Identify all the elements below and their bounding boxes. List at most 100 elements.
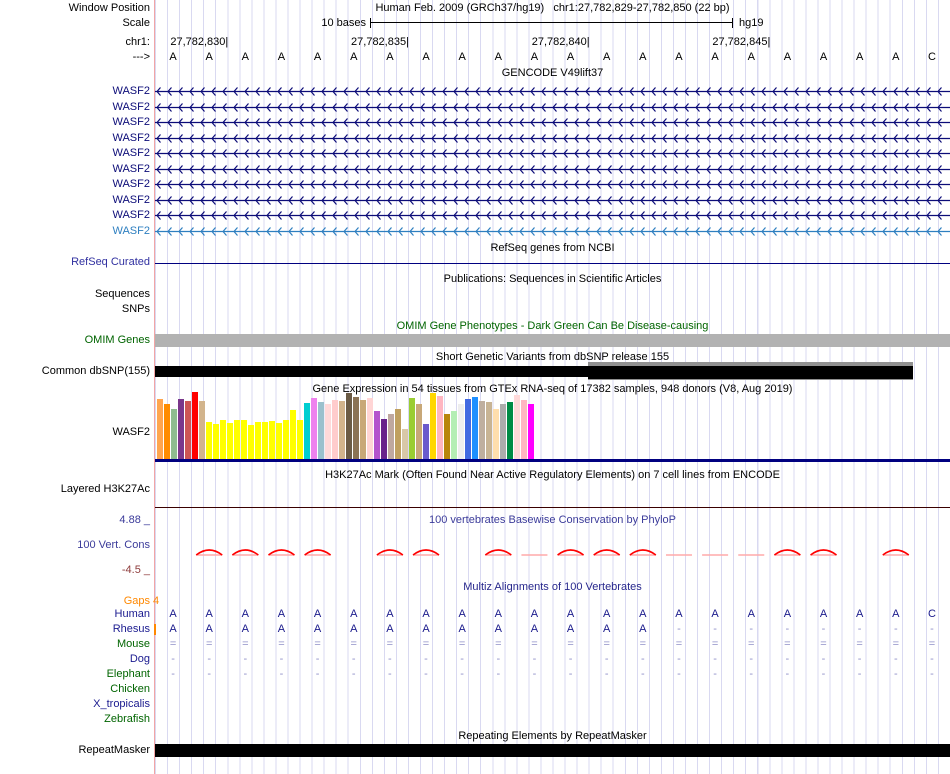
gencode-gene-label[interactable]: WASF2 <box>0 209 151 222</box>
gencode-gene-label[interactable]: WASF2 <box>0 163 151 176</box>
gtex-gene-label[interactable]: WASF2 <box>0 426 151 439</box>
multiz-species-label[interactable]: Dog <box>0 653 150 666</box>
publications-snps-label[interactable]: SNPs <box>0 303 150 316</box>
gencode-gene-label[interactable]: WASF2 <box>0 194 151 207</box>
multiz-species-label[interactable]: Rhesus <box>0 623 150 636</box>
gtex-tissue-bar[interactable] <box>164 404 170 459</box>
gtex-tissue-bar[interactable] <box>395 409 401 459</box>
gtex-tissue-bar[interactable] <box>514 395 520 459</box>
gtex-tissue-bar[interactable] <box>493 409 499 459</box>
gtex-tissue-bar[interactable] <box>241 420 247 459</box>
gtex-tissue-bar[interactable] <box>269 421 275 459</box>
omim-genes-label[interactable]: OMIM Genes <box>0 334 150 347</box>
gencode-transcript-line[interactable] <box>155 194 950 207</box>
gencode-gene-label[interactable]: WASF2 <box>0 101 151 114</box>
gtex-tissue-bar[interactable] <box>500 404 506 459</box>
gencode-gene-label[interactable]: WASF2 <box>0 132 151 145</box>
gtex-tissue-bar[interactable] <box>367 398 373 459</box>
dbsnp-variant-bar-capped[interactable] <box>588 362 913 380</box>
gtex-tissue-bar[interactable] <box>381 419 387 459</box>
gencode-transcript-line[interactable] <box>155 225 950 238</box>
multiz-species-label[interactable]: Zebrafish <box>0 713 150 726</box>
multiz-species-label[interactable]: X_tropicalis <box>0 698 150 711</box>
gtex-tissue-bar[interactable] <box>486 402 492 459</box>
gtex-tissue-bar[interactable] <box>255 422 261 459</box>
gtex-tissue-bar[interactable] <box>227 423 233 459</box>
multiz-gaps-label[interactable]: Gaps <box>0 595 150 608</box>
gtex-tissue-bar[interactable] <box>430 393 436 459</box>
gtex-tissue-bar[interactable] <box>325 404 331 459</box>
gencode-transcript-line[interactable] <box>155 116 950 129</box>
gtex-tissue-bar[interactable] <box>388 414 394 459</box>
gtex-tissue-bar[interactable] <box>402 429 408 459</box>
repeatmasker-label[interactable]: RepeatMasker <box>0 744 150 757</box>
gtex-tissue-bar[interactable] <box>339 401 345 459</box>
multiz-alignment-row[interactable]: AAAAAAAAAAAAAAAAAAAAAC <box>155 608 950 621</box>
gtex-tissue-bar[interactable] <box>185 401 191 459</box>
gtex-tissue-bar[interactable] <box>465 399 471 459</box>
base-sequence-row[interactable]: AAAAAAAAAAAAAAAAAAAAAC <box>155 51 950 64</box>
gtex-tissue-bar[interactable] <box>297 420 303 459</box>
gtex-tissue-bar[interactable] <box>311 398 317 459</box>
gtex-tissue-bar[interactable] <box>332 400 338 459</box>
gtex-tissue-bar[interactable] <box>262 422 268 459</box>
gtex-tissue-bar[interactable] <box>479 401 485 459</box>
gencode-transcript-line[interactable] <box>155 132 950 145</box>
multiz-alignment-row[interactable] <box>155 713 950 726</box>
gtex-tissue-bar[interactable] <box>290 410 296 459</box>
gencode-transcript-line[interactable] <box>155 163 950 176</box>
gtex-tissue-bar[interactable] <box>507 402 513 459</box>
gtex-tissue-bar[interactable] <box>220 420 226 459</box>
gtex-tissue-bar[interactable] <box>458 404 464 459</box>
gtex-expression-barchart[interactable] <box>155 392 950 459</box>
gtex-tissue-bar[interactable] <box>451 411 457 459</box>
multiz-alignment-row[interactable]: AAAAAAAAAAAAAA-------- <box>155 623 950 636</box>
gtex-tissue-bar[interactable] <box>360 400 366 459</box>
gtex-tissue-bar[interactable] <box>248 425 254 459</box>
gencode-transcript-line[interactable] <box>155 178 950 191</box>
gencode-transcript-line[interactable] <box>155 85 950 98</box>
gtex-tissue-bar[interactable] <box>528 404 534 459</box>
gtex-tissue-bar[interactable] <box>444 414 450 459</box>
multiz-alignment-row[interactable] <box>155 683 950 696</box>
phylop-label[interactable]: 100 Vert. Cons <box>0 539 150 552</box>
gencode-gene-label[interactable]: WASF2 <box>0 147 151 160</box>
gencode-gene-label[interactable]: WASF2 <box>0 116 151 129</box>
gtex-tissue-bar[interactable] <box>409 398 415 459</box>
multiz-species-label[interactable]: Mouse <box>0 638 150 651</box>
refseq-gene-line[interactable] <box>155 263 950 264</box>
gtex-tissue-bar[interactable] <box>423 424 429 459</box>
gencode-transcript-line[interactable] <box>155 101 950 114</box>
omim-gene-bar[interactable] <box>155 334 950 347</box>
gtex-tissue-bar[interactable] <box>178 399 184 459</box>
multiz-alignment-row[interactable]: = = = = = = = = = = = = = = = = = = = = = = <box>155 638 950 651</box>
gtex-tissue-bar[interactable] <box>472 397 478 459</box>
gtex-tissue-bar[interactable] <box>353 397 359 459</box>
gtex-tissue-bar[interactable] <box>213 424 219 459</box>
gtex-tissue-bar[interactable] <box>276 423 282 459</box>
gtex-tissue-bar[interactable] <box>521 400 527 459</box>
multiz-alignment-row[interactable] <box>155 698 950 711</box>
gencode-transcript-line[interactable] <box>155 147 950 160</box>
gtex-tissue-bar[interactable] <box>234 420 240 459</box>
gtex-tissue-bar[interactable] <box>199 401 205 459</box>
phylop-conservation-wiggle[interactable] <box>155 545 950 557</box>
gtex-tissue-bar[interactable] <box>374 411 380 459</box>
multiz-alignment-row[interactable]: ---------------------- <box>155 668 950 681</box>
repeatmasker-element-bar[interactable] <box>155 744 950 757</box>
gtex-tissue-bar[interactable] <box>304 403 310 459</box>
multiz-alignment-row[interactable]: ---------------------- <box>155 653 950 666</box>
gencode-transcript-line[interactable] <box>155 209 950 222</box>
gtex-tissue-bar[interactable] <box>437 396 443 459</box>
publications-sequences-label[interactable]: Sequences <box>0 288 150 301</box>
gencode-gene-label[interactable]: WASF2 <box>0 178 151 191</box>
multiz-species-label[interactable]: Elephant <box>0 668 150 681</box>
gencode-gene-label[interactable]: WASF2 <box>0 85 151 98</box>
refseq-curated-label[interactable]: RefSeq Curated <box>0 256 150 269</box>
gencode-gene-label[interactable]: WASF2 <box>0 225 151 238</box>
gtex-tissue-bar[interactable] <box>206 422 212 459</box>
gtex-tissue-bar[interactable] <box>171 409 177 459</box>
gtex-tissue-bar[interactable] <box>346 393 352 459</box>
gtex-tissue-bar[interactable] <box>283 420 289 459</box>
gtex-tissue-bar[interactable] <box>318 402 324 459</box>
